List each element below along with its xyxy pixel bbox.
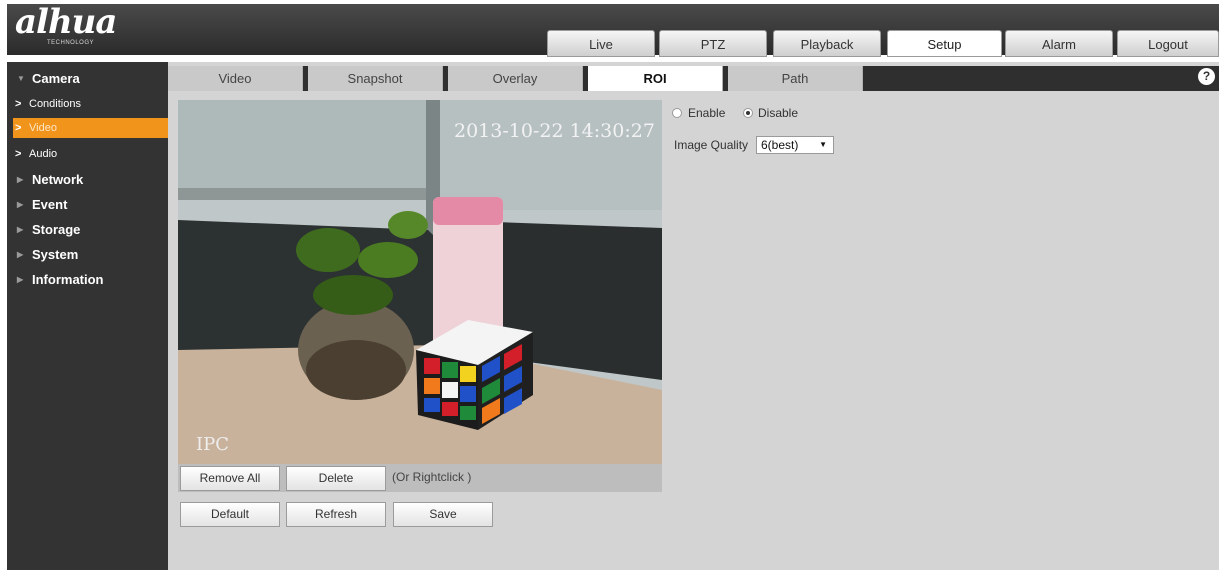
osd-channel-name: IPC (196, 434, 229, 455)
disable-radio[interactable] (743, 108, 753, 118)
sidebar-sub-conditions[interactable]: > Conditions (13, 94, 168, 114)
chevron-right-icon: > (15, 122, 22, 134)
brand-logo: alhua TECHNOLOGY (15, 2, 145, 50)
sidebar-item-information[interactable]: ▶ Information (7, 269, 168, 291)
sidebar-sub-audio[interactable]: > Audio (13, 144, 168, 164)
sidebar-item-label: Information (32, 272, 104, 287)
sidebar-sub-label: Video (29, 122, 57, 134)
camera-scene-image (178, 100, 662, 466)
nav-live[interactable]: Live (547, 30, 655, 57)
enable-radio[interactable] (672, 108, 682, 118)
nav-alarm[interactable]: Alarm (1005, 30, 1113, 57)
help-icon[interactable]: ? (1198, 68, 1215, 85)
rightclick-hint: (Or Rightclick ) (392, 470, 472, 484)
triangle-right-icon: ▶ (17, 175, 24, 184)
sidebar: ▼ Camera > Conditions > Video > Audio ▶ … (7, 62, 168, 570)
triangle-right-icon: ▶ (17, 225, 24, 234)
tab-video[interactable]: Video (168, 66, 303, 91)
chevron-right-icon: > (15, 98, 22, 110)
sidebar-item-label: Storage (32, 222, 81, 237)
nav-setup[interactable]: Setup (887, 30, 1002, 57)
brand-name: alhua (15, 2, 117, 42)
sidebar-sub-label: Audio (29, 148, 58, 160)
nav-logout[interactable]: Logout (1117, 30, 1219, 57)
sidebar-sub-video[interactable]: > Video (13, 118, 168, 138)
triangle-right-icon: ▶ (17, 200, 24, 209)
tab-path[interactable]: Path (728, 66, 863, 91)
sidebar-item-network[interactable]: ▶ Network (7, 169, 168, 191)
disable-label: Disable (758, 106, 799, 120)
triangle-right-icon: ▶ (17, 275, 24, 284)
tab-roi[interactable]: ROI (588, 66, 723, 91)
sidebar-item-label: System (32, 247, 79, 262)
header-bar: alhua TECHNOLOGY Live PTZ Playback Setup… (7, 2, 1219, 57)
chevron-down-icon: ▼ (819, 140, 827, 149)
delete-button[interactable]: Delete (286, 466, 386, 491)
save-button[interactable]: Save (393, 502, 493, 527)
app-window: alhua TECHNOLOGY Live PTZ Playback Setup… (0, 0, 1219, 570)
sidebar-sub-label: Conditions (29, 98, 81, 110)
nav-playback[interactable]: Playback (773, 30, 881, 57)
chevron-right-icon: > (15, 148, 22, 160)
tab-overlay[interactable]: Overlay (448, 66, 583, 91)
tab-snapshot[interactable]: Snapshot (308, 66, 443, 91)
osd-timestamp: 2013-10-22 14:30:27 (454, 120, 655, 142)
triangle-right-icon: ▶ (17, 250, 24, 259)
enable-label: Enable (688, 106, 726, 120)
image-quality-select[interactable]: 6(best) ▼ (756, 136, 834, 154)
sidebar-item-label: Network (32, 172, 84, 187)
sidebar-item-system[interactable]: ▶ System (7, 244, 168, 266)
sidebar-item-label: Event (32, 197, 68, 212)
remove-all-button[interactable]: Remove All (180, 466, 280, 491)
nav-ptz[interactable]: PTZ (659, 30, 767, 57)
roi-button-bar: Remove All Delete (Or Rightclick ) (178, 464, 662, 492)
sidebar-item-storage[interactable]: ▶ Storage (7, 219, 168, 241)
video-preview[interactable]: 2013-10-22 14:30:27 IPC (178, 100, 662, 466)
image-quality-label: Image Quality (674, 138, 749, 152)
refresh-button[interactable]: Refresh (286, 502, 386, 527)
content-panel: Video Snapshot Overlay ROI Path ? 2013-1… (168, 62, 1219, 570)
triangle-down-icon: ▼ (17, 74, 25, 83)
sidebar-item-label: Camera (32, 71, 80, 86)
sidebar-item-camera[interactable]: ▼ Camera (7, 68, 168, 90)
default-button[interactable]: Default (180, 502, 280, 527)
image-quality-value: 6(best) (761, 138, 799, 152)
sidebar-item-event[interactable]: ▶ Event (7, 194, 168, 216)
brand-tagline: TECHNOLOGY (47, 40, 95, 46)
